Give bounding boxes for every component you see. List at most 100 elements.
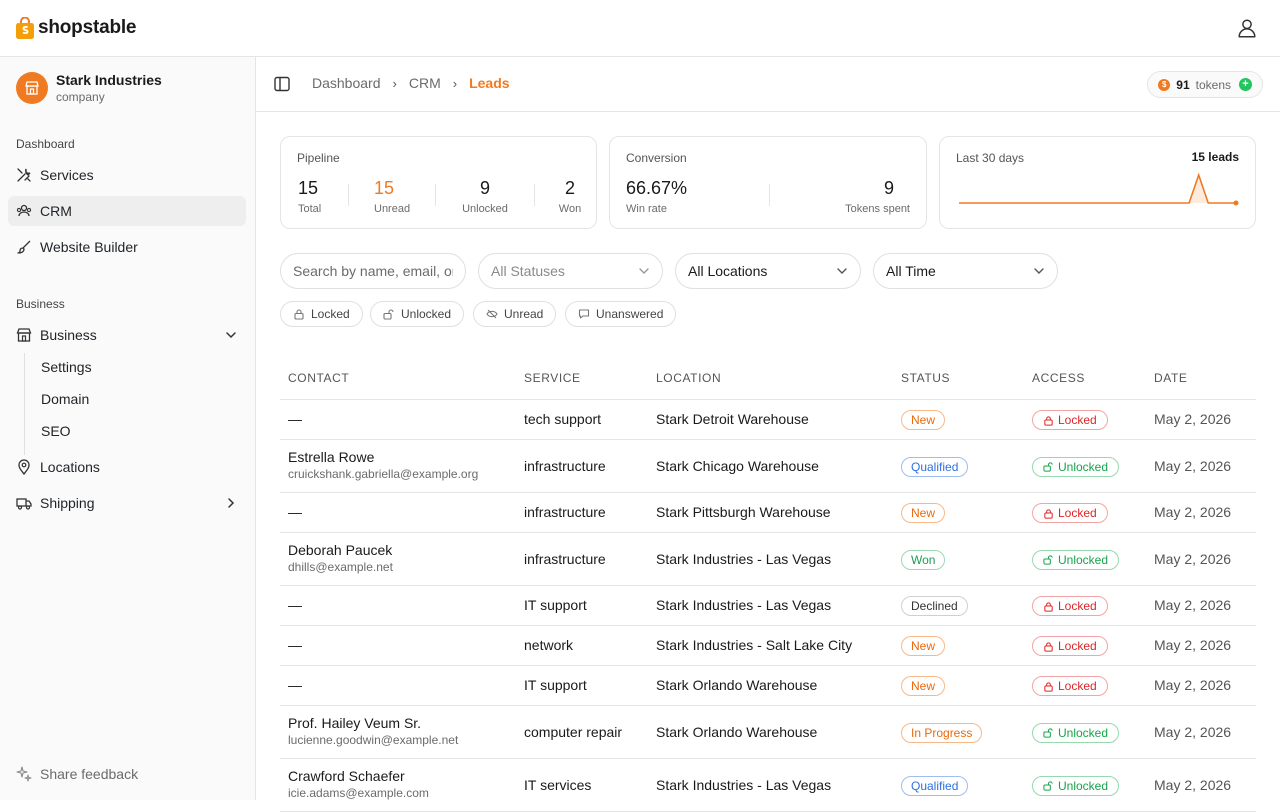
contact-cell: Deborah Paucek dhills@example.net <box>288 542 393 574</box>
sparkle-icon <box>16 766 32 782</box>
column-header-service[interactable]: Service <box>524 371 581 385</box>
sub-nav-line <box>24 353 25 455</box>
table-row[interactable]: — tech support Stark Detroit Warehouse New L… <box>280 400 1256 440</box>
sidebar-item-locations[interactable]: Locations <box>8 452 246 482</box>
share-feedback-link[interactable]: Share feedback <box>16 766 138 782</box>
stat-value: 9 <box>479 178 490 198</box>
lock-icon <box>294 309 304 320</box>
access-badge[interactable]: Unlocked <box>1032 722 1120 743</box>
date-cell: May 2, 2026 <box>1154 457 1232 474</box>
user-icon[interactable] <box>1236 17 1258 39</box>
column-header-date[interactable]: Date <box>1154 371 1188 385</box>
table-row[interactable]: — network Stark Industries - Salt Lake Cit… <box>280 626 1256 666</box>
sidebar-item-label: Website Builder <box>40 239 138 255</box>
access-badge[interactable]: Unlocked <box>1032 549 1120 570</box>
stat-value: 15 <box>298 178 319 198</box>
status-label: Declined <box>911 599 958 613</box>
stat-total: 15 Total <box>298 177 321 215</box>
chip-label: Unlocked <box>401 307 452 321</box>
main-header: Dashboard › CRM › Leads $ 91 tokens + <box>256 57 1280 112</box>
breadcrumb-dashboard[interactable]: Dashboard <box>312 75 381 91</box>
stat-unread: 15 Unread <box>374 177 410 215</box>
status-label: Qualified <box>911 459 959 474</box>
date-cell: May 2, 2026 <box>1154 504 1232 520</box>
table-row[interactable]: — IT support Stark Industries - Las Vegas D… <box>280 586 1256 626</box>
sidebar-item-shipping[interactable]: Shipping <box>8 488 246 518</box>
tools-icon <box>17 168 31 182</box>
chip-unread[interactable]: Unread <box>473 301 557 327</box>
access-badge[interactable]: Locked <box>1032 596 1108 616</box>
contact-name: — <box>288 504 302 520</box>
time-filter-select[interactable]: All Time <box>873 253 1058 289</box>
unlock-icon <box>1043 728 1053 738</box>
access-label: Locked <box>1058 599 1097 613</box>
chip-unlocked[interactable]: Unlocked <box>370 301 465 327</box>
sidebar-toggle-icon[interactable] <box>274 76 290 92</box>
stat-win-rate: 66.67% Win rate <box>626 177 687 215</box>
status-badge: Qualified <box>901 775 969 796</box>
status-filter-value: All Statuses <box>491 263 565 279</box>
pipeline-card: Pipeline 15 Total 15 Unread 9 Unlocked 2… <box>280 136 597 229</box>
sidebar-item-services[interactable]: Services <box>8 160 246 190</box>
access-badge[interactable]: Locked <box>1032 410 1108 430</box>
chevron-down-icon <box>837 268 847 274</box>
stat-unlocked: 9 Unlocked <box>461 177 509 215</box>
service-cell: IT support <box>524 677 587 693</box>
column-header-access[interactable]: Access <box>1032 371 1085 385</box>
contact-email: dhills@example.net <box>288 560 393 574</box>
status-label: In Progress <box>911 725 973 740</box>
chip-unanswered[interactable]: Unanswered <box>565 301 677 327</box>
breadcrumb-leads: Leads <box>469 75 510 91</box>
sidebar-item-website-builder[interactable]: Website Builder <box>8 232 246 262</box>
breadcrumb-crm[interactable]: CRM <box>409 75 441 91</box>
date-cell: May 2, 2026 <box>1154 723 1232 740</box>
table-row[interactable]: — IT support Stark Orlando Warehouse New Loc… <box>280 666 1256 706</box>
status-badge: Won <box>901 549 946 570</box>
status-badge: New <box>901 636 946 656</box>
access-badge[interactable]: Locked <box>1032 636 1108 656</box>
column-header-location[interactable]: Location <box>656 371 721 385</box>
map-pin-icon <box>18 459 30 475</box>
service-cell: network <box>524 637 574 653</box>
access-badge[interactable]: Locked <box>1032 503 1108 523</box>
column-header-status[interactable]: Status <box>901 371 950 385</box>
status-badge: Declined <box>901 596 968 616</box>
table-row[interactable]: — infrastructure Stark Pittsburgh Warehous… <box>280 493 1256 533</box>
sidebar-subitem-settings[interactable]: Settings <box>33 353 233 381</box>
table-row[interactable]: Deborah Paucek dhills@example.net infrastr… <box>280 533 1256 586</box>
status-badge: Qualified <box>901 456 969 477</box>
sidebar-item-business[interactable]: Business <box>8 320 246 350</box>
add-tokens-icon[interactable]: + <box>1239 78 1252 91</box>
column-header-contact[interactable]: Contact <box>288 371 349 385</box>
contact-cell: — <box>288 677 302 693</box>
company-type: company <box>56 90 105 104</box>
sidebar-subitem-seo[interactable]: SEO <box>33 417 233 445</box>
sidebar-subitem-domain[interactable]: Domain <box>33 385 233 413</box>
section-label-dashboard: Dashboard <box>16 137 75 151</box>
chip-locked[interactable]: Locked <box>280 301 363 327</box>
tokens-badge[interactable]: $ 91 tokens + <box>1147 71 1263 98</box>
brand-logo[interactable]: shopstable <box>16 17 137 39</box>
unlock-icon <box>383 309 394 320</box>
access-badge[interactable]: Unlocked <box>1032 775 1120 796</box>
table-row[interactable]: Crawford Schaefer icie.adams@example.com I… <box>280 759 1256 812</box>
table-row[interactable]: Estrella Rowe cruickshank.gabriella@examp… <box>280 440 1256 493</box>
location-cell: Stark Orlando Warehouse <box>656 677 818 693</box>
stat-label: Win rate <box>626 203 667 215</box>
divider <box>769 184 770 206</box>
stat-label: Won <box>558 203 582 215</box>
conversion-card: Conversion 66.67% Win rate 9 Tokens spen… <box>609 136 927 229</box>
access-badge[interactable]: Locked <box>1032 676 1108 696</box>
users-icon <box>16 204 32 217</box>
chevron-down-icon <box>1034 268 1044 274</box>
search-input[interactable] <box>280 253 466 289</box>
company-switcher[interactable]: Stark Industries company <box>16 71 162 105</box>
table-row[interactable]: Prof. Hailey Veum Sr. lucienne.goodwin@ex… <box>280 706 1256 759</box>
status-filter-select[interactable]: All Statuses <box>478 253 663 289</box>
access-badge[interactable]: Unlocked <box>1032 456 1120 477</box>
sidebar-item-crm[interactable]: CRM <box>8 196 246 226</box>
location-filter-select[interactable]: All Locations <box>675 253 861 289</box>
access-label: Locked <box>1058 639 1097 653</box>
stat-won: 2 Won <box>557 177 583 215</box>
date-cell: May 2, 2026 <box>1154 411 1232 427</box>
